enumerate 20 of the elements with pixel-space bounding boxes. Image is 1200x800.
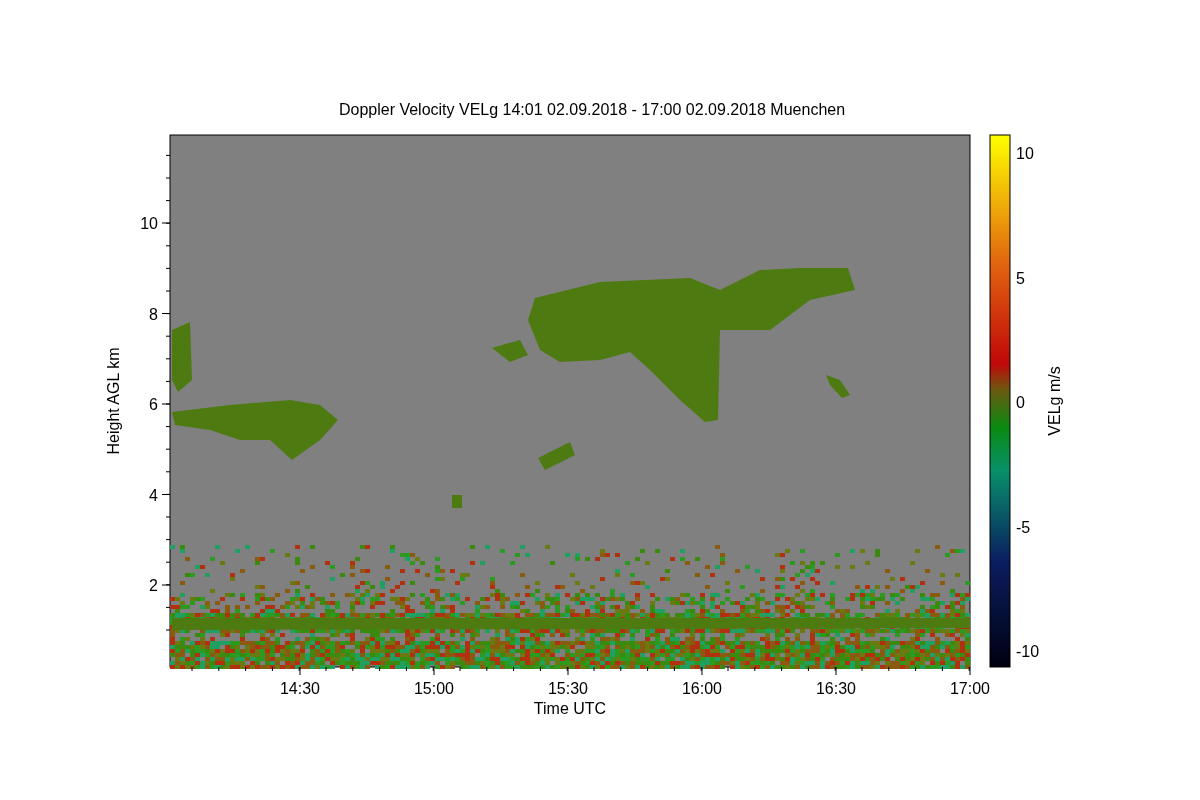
x-tick-label: 15:30 [548, 680, 588, 697]
colorbar-tick-label: 10 [1016, 145, 1034, 162]
colorbar-tick-label: -5 [1016, 518, 1031, 536]
colorbar-tick-label: 5 [1016, 269, 1025, 287]
y-axis-label: Height AGL km [105, 347, 122, 455]
y-tick-label: 2 [149, 577, 158, 594]
x-axis-label: Time UTC [533, 700, 607, 717]
colorbar-label: VELg m/s [1046, 366, 1063, 436]
y-tick-label: 10 [140, 215, 158, 232]
y-tick-label: 6 [149, 396, 158, 413]
x-tick-label: 16:30 [816, 680, 856, 697]
y-tick-label: 4 [149, 486, 158, 504]
x-tick-label: 17:00 [950, 680, 990, 697]
chart-title: Doppler Velocity VELg 14:01 02.09.2018 - 17:00 02.09.2018 Muenchen [338, 101, 846, 118]
x-tick-label: 16:00 [682, 680, 722, 697]
y-tick-label: 8 [149, 305, 158, 323]
colorbar-tick-label: 0 [1016, 394, 1025, 411]
colorbar-tick-label: -10 [1016, 643, 1040, 660]
x-tick-label: 14:30 [280, 680, 320, 697]
x-tick-label: 15:00 [414, 680, 454, 697]
